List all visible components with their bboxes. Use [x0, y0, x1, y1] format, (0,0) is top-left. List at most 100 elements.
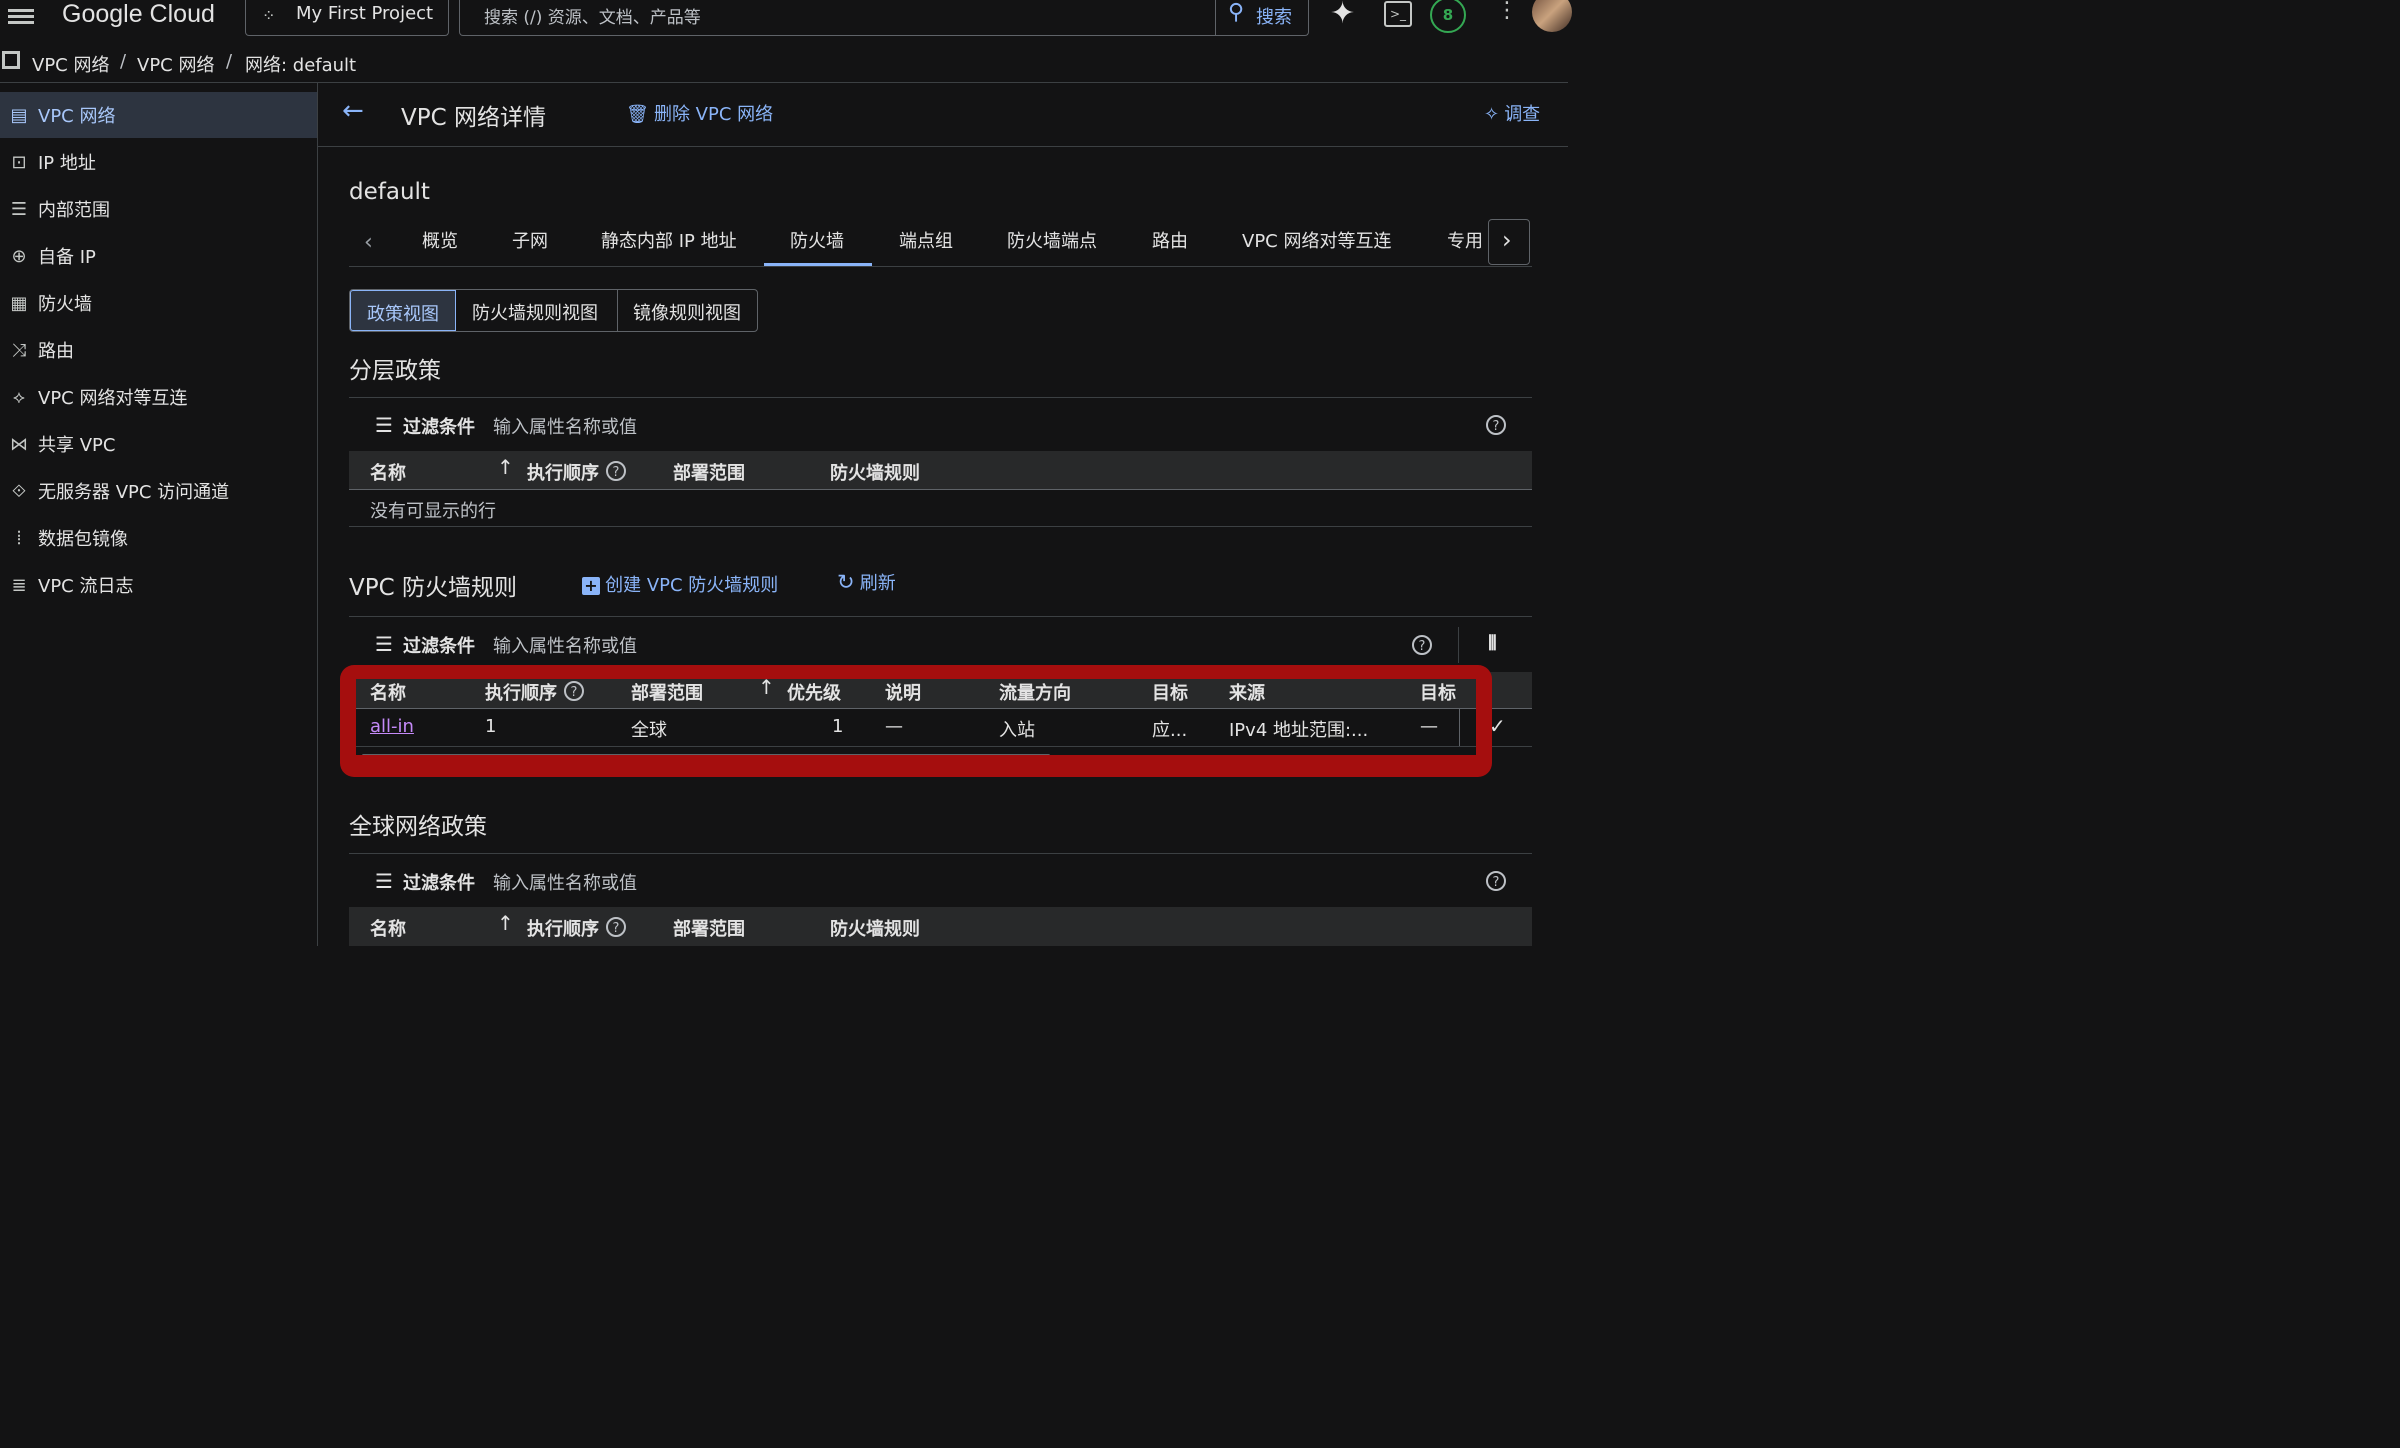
column-display-icon[interactable]: ⦀ [1488, 631, 1497, 655]
create-firewall-rule-button[interactable]: + 创建 VPC 防火墙规则 [582, 571, 778, 597]
flow-log-icon: ≣ [11, 574, 27, 596]
mirror-rule-view-button[interactable]: 镜像规则视图 [618, 290, 757, 331]
hier-col-order[interactable]: 执行顺序 [527, 459, 599, 485]
sidebar-item-flow-logs[interactable]: ≣ VPC 流日志 [0, 562, 317, 608]
sidebar-item-label: 共享 VPC [38, 435, 116, 456]
global-col-name[interactable]: 名称 [370, 915, 406, 941]
tab-routes[interactable]: 路由 [1152, 226, 1188, 266]
filter-icon: ☰ [375, 413, 393, 437]
breadcrumb-vpc-networks[interactable]: VPC 网络 [137, 51, 214, 77]
sidebar-item-label: 内部范围 [38, 200, 110, 221]
tab-static-internal-ip[interactable]: 静态内部 IP 地址 [601, 226, 737, 266]
avatar[interactable] [1532, 0, 1572, 32]
firewall-rule-view-button[interactable]: 防火墙规则视图 [456, 290, 618, 331]
mirror-rule-view-label: 镜像规则视图 [633, 303, 741, 324]
search-icon: ⚲ [1228, 0, 1245, 25]
top-app-bar: Google Cloud ⁘ My First Project 搜索 (/) 资… [0, 0, 1572, 40]
tab-endpoint-groups[interactable]: 端点组 [899, 226, 953, 266]
sidebar-item-peering[interactable]: ⟡ VPC 网络对等互连 [0, 374, 317, 420]
shared-vpc-icon: ⋈ [10, 433, 28, 455]
network-name: default [349, 179, 430, 205]
tab-overview[interactable]: 概览 [422, 226, 458, 266]
sidebar-item-label: VPC 网络 [38, 106, 116, 127]
vpcfw-section-title: VPC 防火墙规则 [349, 575, 517, 601]
main-menu-icon[interactable] [8, 6, 34, 28]
project-picker-button[interactable]: ⁘ My First Project [245, 0, 449, 36]
create-firewall-rule-label: 创建 VPC 防火墙规则 [605, 575, 779, 596]
sparkle-icon: ✧ [1484, 104, 1500, 125]
hier-col-scope[interactable]: 部署范围 [673, 459, 745, 485]
help-icon[interactable]: ? [1486, 871, 1506, 891]
tabs-divider [349, 266, 1532, 267]
divider [349, 526, 1532, 527]
sort-arrow-up-icon[interactable]: ↑ [497, 455, 514, 479]
tabs-scroll-right-button[interactable]: › [1488, 219, 1530, 265]
sidebar-item-label: 防火墙 [38, 294, 92, 315]
packet-mirror-icon: ⦙ [16, 527, 22, 549]
help-icon[interactable]: ? [606, 917, 626, 937]
sidebar-item-ip-address[interactable]: ⊡ IP 地址 [0, 139, 317, 185]
sidebar-item-label: VPC 流日志 [38, 576, 134, 597]
breadcrumb-separator: / [120, 51, 127, 72]
tab-firewall-endpoints[interactable]: 防火墙端点 [1007, 226, 1097, 266]
refresh-button[interactable]: ↻ 刷新 [837, 569, 896, 595]
search-button[interactable]: ⚲ 搜索 [1215, 0, 1309, 35]
project-icon: ⁘ [262, 6, 276, 25]
help-icon[interactable]: ? [1412, 635, 1432, 655]
global-col-scope[interactable]: 部署范围 [673, 915, 745, 941]
sidebar-item-byoip[interactable]: ⊕ 自备 IP [0, 233, 317, 279]
tabs-scroll-left-icon[interactable]: ‹ [364, 230, 373, 255]
global-col-order[interactable]: 执行顺序 [527, 915, 599, 941]
hier-col-name[interactable]: 名称 [370, 459, 406, 485]
policy-view-button[interactable]: 政策视图 [350, 290, 456, 331]
hier-filter-input[interactable]: 输入属性名称或值 [493, 413, 637, 439]
back-arrow-icon[interactable]: ← [342, 96, 364, 126]
sidebar-item-internal-range[interactable]: ☰ 内部范围 [0, 186, 317, 232]
investigate-label: 调查 [1504, 104, 1541, 125]
divider [349, 616, 1532, 617]
global-col-rules[interactable]: 防火墙规则 [830, 915, 920, 941]
sidebar-item-vpc-network[interactable]: ▤ VPC 网络 [0, 92, 317, 138]
sort-arrow-up-icon[interactable]: ↑ [497, 911, 514, 935]
more-options-icon[interactable]: ⋮ [1496, 0, 1518, 23]
sidebar-item-shared-vpc[interactable]: ⋈ 共享 VPC [0, 421, 317, 467]
gemini-icon[interactable]: ✦ [1330, 0, 1355, 31]
vpc-network-icon: ▤ [10, 104, 28, 126]
investigate-button[interactable]: ✧ 调查 [1484, 100, 1540, 126]
vpcfw-filter-input[interactable]: 输入属性名称或值 [493, 632, 637, 658]
filter-label: 过滤条件 [403, 417, 475, 438]
search-input[interactable]: 搜索 (/) 资源、文档、产品等 [484, 3, 701, 28]
hier-col-rules[interactable]: 防火墙规则 [830, 459, 920, 485]
help-icon[interactable]: ? [606, 461, 626, 481]
tab-vpc-peering[interactable]: VPC 网络对等互连 [1242, 226, 1391, 266]
global-section-title: 全球网络政策 [349, 814, 487, 840]
breadcrumb-vpc-network[interactable]: VPC 网络 [32, 51, 109, 77]
divider [349, 397, 1532, 398]
help-icon[interactable]: ? [1486, 415, 1506, 435]
tab-firewall[interactable]: 防火墙 [790, 226, 844, 266]
notification-badge[interactable]: 8 [1430, 0, 1466, 33]
sidebar-item-label: IP 地址 [38, 153, 96, 174]
filter-icon: ☰ [375, 869, 393, 893]
tab-subnets[interactable]: 子网 [512, 226, 548, 266]
cloud-shell-icon[interactable]: >_ [1384, 1, 1412, 27]
ip-address-icon: ⊡ [11, 151, 27, 173]
google-cloud-logo[interactable]: Google Cloud [62, 0, 215, 29]
sidebar-item-packet-mirroring[interactable]: ⦙ 数据包镜像 [0, 515, 317, 561]
view-toggle-group: 政策视图 防火墙规则视图 镜像规则视图 [349, 289, 758, 332]
hier-section-title: 分层政策 [349, 358, 441, 384]
search-bar[interactable]: 搜索 (/) 资源、文档、产品等 ⚲ 搜索 [459, 0, 1309, 36]
sidebar-item-label: 自备 IP [38, 247, 96, 268]
sidebar-item-firewall[interactable]: ▦ 防火墙 [0, 280, 317, 326]
global-filter-input[interactable]: 输入属性名称或值 [493, 869, 637, 895]
delete-vpc-button[interactable]: 🗑 删除 VPC 网络 [626, 100, 773, 126]
add-box-icon: + [582, 577, 600, 595]
tab-private[interactable]: 专用 [1447, 226, 1483, 266]
sidebar-item-serverless-access[interactable]: ⟐ 无服务器 VPC 访问通道 [0, 468, 317, 514]
page-header: ← VPC 网络详情 🗑 删除 VPC 网络 ✧ 调查 [318, 82, 1568, 147]
refresh-label: 刷新 [859, 573, 896, 594]
sidebar-item-label: VPC 网络对等互连 [38, 388, 188, 409]
sidebar-item-routes[interactable]: ⤨ 路由 [0, 327, 317, 373]
globe-icon: ⊕ [11, 245, 27, 267]
page-title: VPC 网络详情 [401, 105, 546, 131]
